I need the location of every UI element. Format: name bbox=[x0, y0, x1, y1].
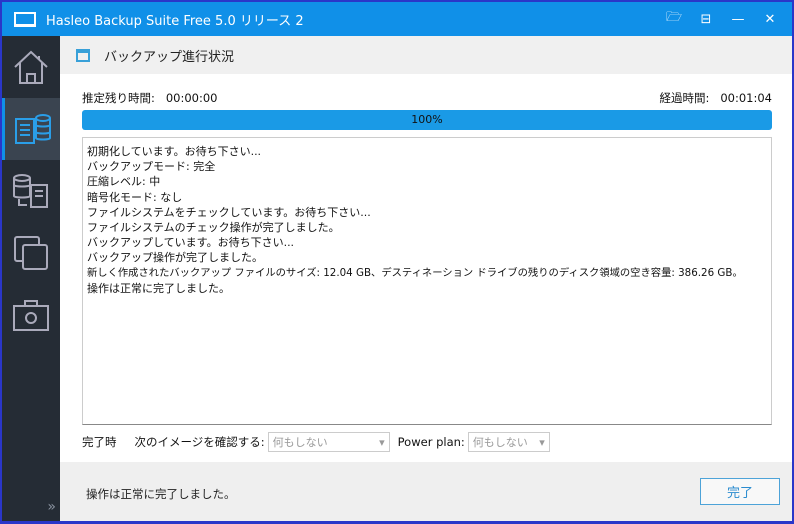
sidebar-item-tools[interactable] bbox=[2, 284, 60, 346]
verify-label: 次のイメージを確認する: bbox=[134, 435, 265, 449]
page-header: バックアップ進行状況 bbox=[60, 36, 792, 74]
toolbox-icon bbox=[13, 300, 49, 331]
elapsed-time-value: 00:01:04 bbox=[720, 91, 772, 105]
home-icon bbox=[14, 50, 48, 84]
progress-window-icon bbox=[76, 48, 90, 62]
minimize-button[interactable]: — bbox=[722, 12, 754, 27]
progress-bar: 100% bbox=[82, 110, 772, 130]
sidebar: » bbox=[2, 36, 60, 521]
menu-icon[interactable]: ⊟ bbox=[690, 12, 722, 27]
page-title: バックアップ進行状況 bbox=[104, 49, 235, 65]
log-box: 初期化しています。お待ち下さい... バックアップモード: 完全 圧縮レベル: … bbox=[82, 137, 772, 425]
footer: 操作は正常に完了しました。 完了 bbox=[60, 462, 792, 521]
log-line: ファイルシステムのチェック操作が完了しました。 bbox=[87, 221, 340, 235]
progress-label: 100% bbox=[411, 113, 443, 126]
backup-icon bbox=[14, 114, 51, 144]
close-button[interactable]: ✕ bbox=[754, 12, 786, 27]
sidebar-item-clone[interactable] bbox=[2, 222, 60, 284]
chevron-down-icon: ▾ bbox=[539, 435, 545, 449]
remaining-time-label: 推定残り時間: bbox=[82, 91, 155, 105]
log-line: 初期化しています。お待ち下さい... bbox=[87, 145, 262, 158]
log-line: 圧縮レベル: 中 bbox=[87, 175, 161, 189]
on-complete-label: 完了時 bbox=[82, 435, 117, 449]
log-line: ファイルシステムをチェックしています。お待ち下さい... bbox=[87, 205, 371, 219]
title-bar: Hasleo Backup Suite Free 5.0 リリース 2 🗁 ⊟ … bbox=[2, 2, 792, 36]
done-button[interactable]: 完了 bbox=[700, 478, 780, 505]
power-plan-value: 何もしない bbox=[472, 436, 528, 449]
verify-value: 何もしない bbox=[272, 436, 328, 449]
elapsed-time-label: 経過時間: bbox=[659, 91, 710, 105]
clone-icon bbox=[14, 236, 48, 270]
folder-icon[interactable]: 🗁 bbox=[658, 8, 690, 30]
sidebar-item-home[interactable] bbox=[2, 36, 60, 98]
expand-sidebar-icon[interactable]: » bbox=[47, 499, 56, 515]
log-line: バックアップモード: 完全 bbox=[87, 160, 216, 174]
chevron-down-icon: ▾ bbox=[379, 435, 385, 449]
power-plan-label: Power plan: bbox=[397, 435, 465, 449]
log-line: バックアップ操作が完了しました。 bbox=[87, 251, 263, 265]
app-window: Hasleo Backup Suite Free 5.0 リリース 2 🗁 ⊟ … bbox=[2, 2, 792, 521]
restore-icon bbox=[13, 174, 48, 208]
sidebar-item-backup[interactable] bbox=[2, 98, 60, 160]
power-plan-dropdown[interactable]: 何もしない ▾ bbox=[467, 432, 550, 452]
app-logo-icon bbox=[14, 11, 36, 27]
log-line: 操作は正常に完了しました。 bbox=[87, 281, 230, 295]
window-title: Hasleo Backup Suite Free 5.0 リリース 2 bbox=[46, 13, 304, 29]
sidebar-item-restore[interactable] bbox=[2, 160, 60, 222]
log-line: 暗号化モード: なし bbox=[87, 190, 183, 204]
remaining-time-value: 00:00:00 bbox=[165, 91, 218, 105]
log-line: 新しく作成されたバックアップ ファイルのサイズ: 12.04 GB、デスティネー… bbox=[87, 266, 743, 279]
log-line: バックアップしています。お待ち下さい... bbox=[87, 236, 295, 250]
status-message: 操作は正常に完了しました。 bbox=[86, 487, 236, 501]
verify-dropdown[interactable]: 何もしない ▾ bbox=[267, 432, 390, 452]
